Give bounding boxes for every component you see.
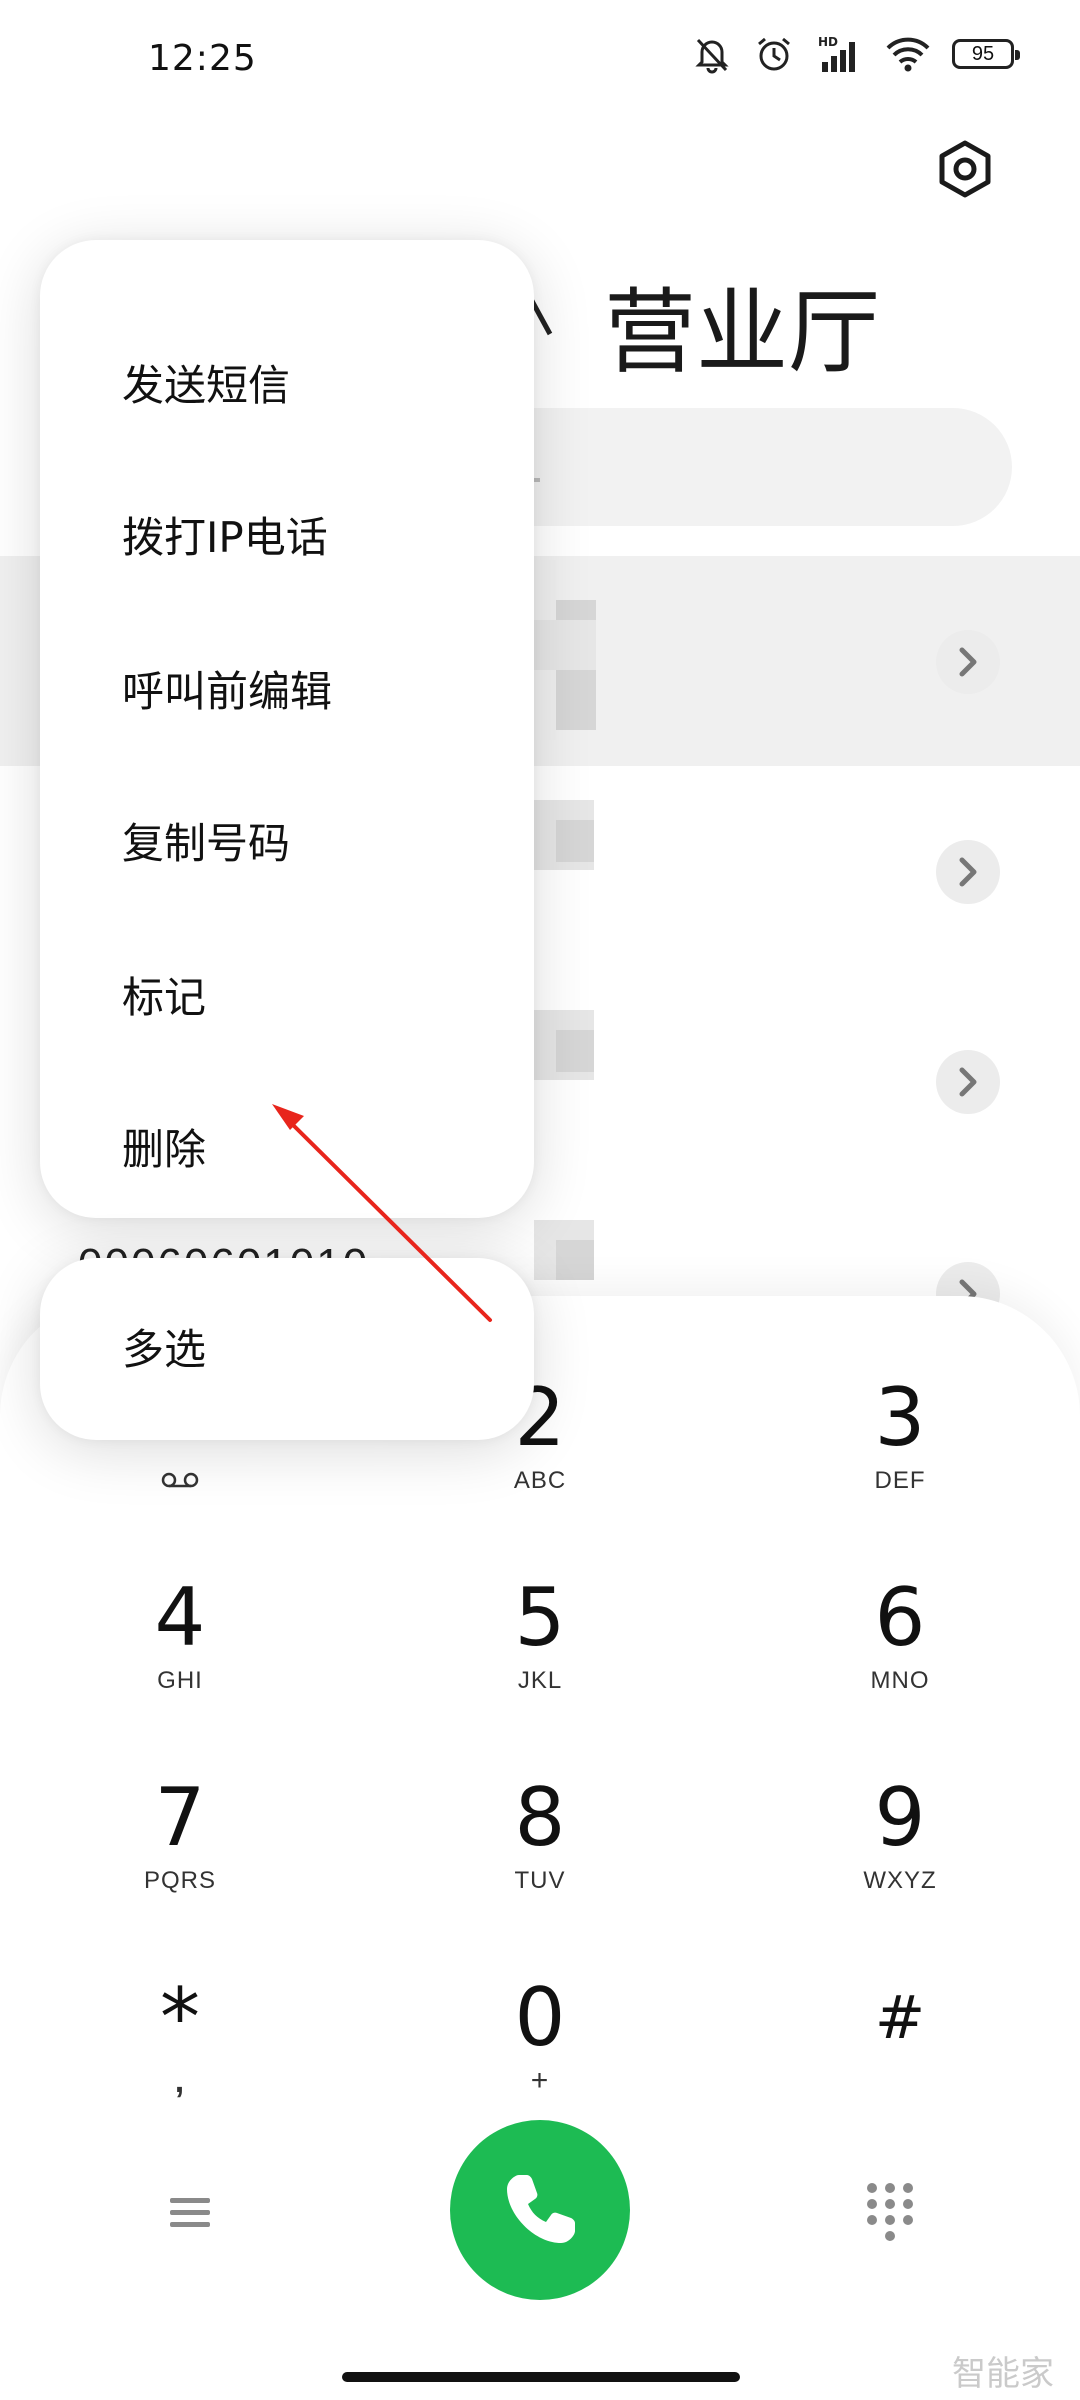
call-button[interactable] — [450, 2120, 630, 2300]
settings-icon[interactable] — [936, 140, 994, 198]
watermark: 智能家 — [952, 2354, 1054, 2394]
dial-key-letters: + — [530, 2064, 550, 2097]
home-indicator[interactable] — [342, 2372, 740, 2382]
menu-item-edit-before-call[interactable]: 呼叫前编辑 — [122, 652, 332, 732]
dial-key-digit: # — [874, 1983, 926, 2053]
dialpad-toggle-icon[interactable] — [862, 2178, 918, 2258]
dial-key-digit: 0 — [514, 1971, 566, 2064]
wifi-icon — [886, 37, 930, 72]
row-detail-chevron[interactable] — [936, 1050, 1000, 1114]
dial-key-letters: DEF — [874, 1467, 926, 1494]
dial-key-digit: * — [160, 1971, 200, 2064]
context-menu: 发送短信 拨打IP电话 呼叫前编辑 复制号码 标记 删除 — [40, 240, 534, 1218]
dial-key-digit: 7 — [154, 1771, 206, 1864]
svg-text:HD: HD — [818, 35, 838, 49]
dial-key-4[interactable]: 4 GHI — [30, 1570, 330, 1750]
dial-key-letters: GHI — [157, 1667, 203, 1694]
dial-key-8[interactable]: 8 TUV — [390, 1770, 690, 1950]
dial-key-6[interactable]: 6 MNO — [750, 1570, 1050, 1750]
dial-key-3[interactable]: 3 DEF — [750, 1370, 1050, 1550]
menu-item-copy-number[interactable]: 复制号码 — [122, 804, 290, 884]
dial-key-5[interactable]: 5 JKL — [390, 1570, 690, 1750]
dial-key-digit: 4 — [154, 1571, 206, 1664]
obscured-contact-block — [526, 620, 596, 670]
dial-key-7[interactable]: 7 PQRS — [30, 1770, 330, 1950]
dial-key-letters: PQRS — [143, 1867, 216, 1894]
battery-icon: 95 — [952, 39, 1020, 69]
chevron-right-icon — [959, 647, 977, 677]
menu-item-ip-call[interactable]: 拨打IP电话 — [122, 498, 328, 578]
voicemail-icon — [161, 1472, 199, 1488]
menu-item-mark[interactable]: 标记 — [122, 958, 206, 1038]
obscured-contact-block — [556, 820, 594, 862]
alarm-clock-icon — [758, 37, 790, 71]
dial-key-letters: TUV — [514, 1867, 566, 1894]
dial-key-9[interactable]: 9 WXYZ — [750, 1770, 1050, 1950]
hd-signal-icon: HD — [818, 35, 855, 72]
dial-key-letters: WXYZ — [863, 1867, 937, 1894]
dial-key-letters: MNO — [870, 1667, 930, 1694]
status-bar: 12:25 HD 95 — [0, 0, 1080, 120]
muted-alarm-icon — [695, 38, 729, 74]
dial-key-letters: , — [174, 2062, 186, 2100]
menu-icon[interactable] — [160, 2182, 220, 2242]
dial-key-digit: 8 — [514, 1771, 566, 1864]
row-detail-chevron[interactable] — [936, 630, 1000, 694]
menu-item-delete[interactable]: 删除 — [122, 1110, 206, 1190]
obscured-contact-block — [556, 1240, 594, 1280]
obscured-contact-block — [556, 1030, 594, 1072]
dial-key-digit: 9 — [874, 1771, 926, 1864]
phone-icon — [507, 2175, 575, 2243]
dial-key-digit: 5 — [514, 1571, 566, 1664]
dial-key-letters: ABC — [513, 1467, 567, 1494]
menu-item-send-sms[interactable]: 发送短信 — [122, 346, 290, 426]
status-icons: HD 95 — [692, 34, 1020, 74]
multi-select-menu: 多选 — [40, 1258, 534, 1440]
chevron-right-icon — [959, 1067, 977, 1097]
status-time: 12:25 — [148, 38, 257, 79]
page-title: 营业厅 — [604, 279, 881, 386]
dial-key-hash[interactable]: # — [750, 1970, 1050, 2150]
chevron-right-icon — [959, 857, 977, 887]
dial-key-digit: 6 — [874, 1571, 926, 1664]
row-detail-chevron[interactable] — [936, 840, 1000, 904]
dial-key-digit: 3 — [874, 1371, 926, 1464]
menu-item-multi-select[interactable]: 多选 — [122, 1310, 206, 1390]
dial-key-letters: JKL — [517, 1667, 563, 1694]
dial-key-star[interactable]: * , — [30, 1970, 330, 2150]
